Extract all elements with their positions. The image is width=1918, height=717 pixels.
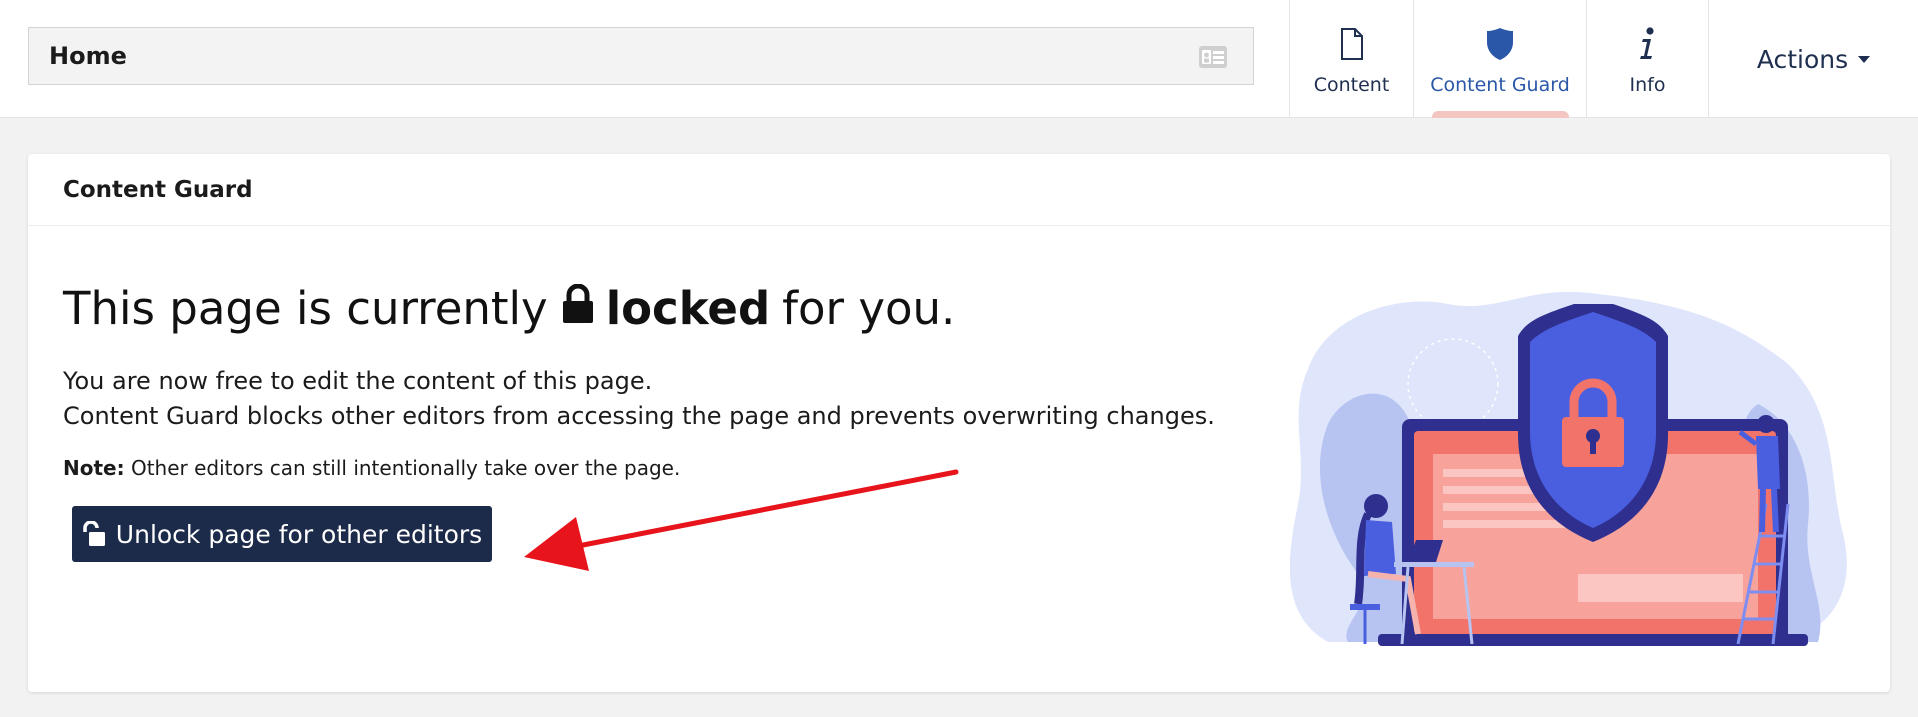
lock-status-headline: This page is currently locked for you. xyxy=(63,282,955,335)
unlock-button-label: Unlock page for other editors xyxy=(115,519,483,549)
info-icon xyxy=(1639,26,1657,62)
panel-title: Content Guard xyxy=(28,154,1890,226)
description-line-2: Content Guard blocks other editors from … xyxy=(63,402,1215,430)
node-name-field[interactable]: Home xyxy=(28,27,1254,85)
unlock-icon xyxy=(83,521,105,546)
actions-label: Actions xyxy=(1756,44,1849,74)
headline-suffix: for you. xyxy=(782,282,956,335)
description: You are now free to edit the content of … xyxy=(63,364,1215,434)
lock-icon xyxy=(562,282,594,335)
tab-content-label: Content xyxy=(1313,74,1390,96)
tab-info[interactable]: Info xyxy=(1586,0,1708,118)
file-icon xyxy=(1340,26,1364,62)
actions-dropdown[interactable]: Actions xyxy=(1708,0,1918,118)
id-card-icon[interactable] xyxy=(1199,46,1227,68)
content-guard-panel: Content Guard This page is currently loc… xyxy=(28,154,1890,692)
description-line-1: You are now free to edit the content of … xyxy=(63,367,653,395)
top-header: Home Content Content Guard Info Actions xyxy=(0,0,1918,118)
headline-prefix: This page is currently xyxy=(63,282,548,335)
node-name: Home xyxy=(49,42,127,70)
note-label: Note: xyxy=(63,456,125,480)
tab-content-guard-label: Content Guard xyxy=(1430,74,1570,96)
unlock-page-button[interactable]: Unlock page for other editors xyxy=(72,506,492,562)
caret-down-icon xyxy=(1858,55,1871,63)
headline-locked-word: locked xyxy=(605,282,771,335)
editor-tabs: Content Content Guard Info Actions xyxy=(1289,0,1918,118)
shield-icon xyxy=(1486,26,1514,62)
tab-info-label: Info xyxy=(1629,74,1666,96)
annotation-arrow xyxy=(524,469,959,571)
active-tab-indicator xyxy=(1432,111,1569,118)
tab-content-guard[interactable]: Content Guard xyxy=(1413,0,1586,118)
security-illustration xyxy=(1289,291,1847,646)
tab-content[interactable]: Content xyxy=(1289,0,1413,118)
